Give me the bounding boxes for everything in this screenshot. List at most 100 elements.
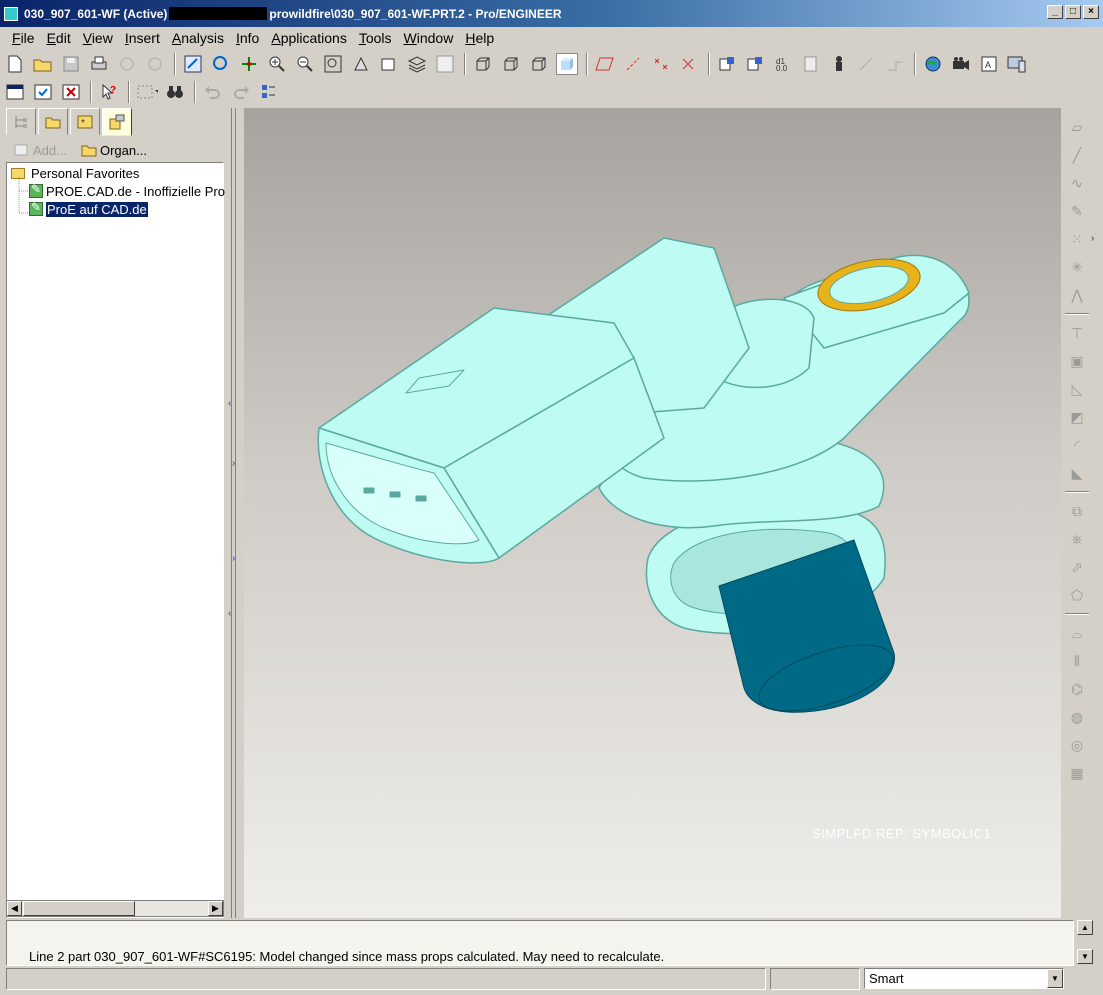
menu-tools[interactable]: Tools <box>353 30 398 46</box>
dimension-values-icon[interactable]: d1 0.0 <box>772 53 794 75</box>
mirror-tool-icon[interactable]: ⫴ <box>1065 650 1089 672</box>
send-link-icon[interactable] <box>144 53 166 75</box>
tree-item-proe-auf-cad-de[interactable]: ProE auf CAD.de <box>29 200 148 218</box>
close-button[interactable]: × <box>1083 5 1099 19</box>
datum-plane-tool-icon[interactable]: ▱ <box>1065 116 1089 138</box>
hole-tool-icon[interactable]: ⊤ <box>1065 322 1089 344</box>
expand-right-icon[interactable]: › <box>232 458 235 469</box>
zoom-out-icon[interactable] <box>294 53 316 75</box>
menu-help[interactable]: Help <box>459 30 500 46</box>
image-icon[interactable]: A <box>978 53 1000 75</box>
shell-tool-icon[interactable]: ▣ <box>1065 350 1089 372</box>
spin-center-icon[interactable] <box>744 53 766 75</box>
shading-icon[interactable] <box>556 53 578 75</box>
trim-tool-icon[interactable]: ◍ <box>1065 706 1089 728</box>
datum-point-tool-icon[interactable]: ⁙ <box>1065 228 1089 250</box>
selection-filter-select[interactable]: Smart ▼ <box>864 968 1064 989</box>
sweep-tool-icon[interactable]: ⬀ <box>1065 556 1089 578</box>
round-tool-icon[interactable]: ◜ <box>1065 434 1089 456</box>
sketch-tool-icon[interactable]: ✎ <box>1065 200 1089 222</box>
tab-connections[interactable] <box>102 108 132 136</box>
scroll-left-button[interactable]: ◀ <box>7 901 22 916</box>
graphics-window[interactable]: SIMPLFD REP: SYMBOLIC1 <box>244 108 1061 918</box>
print-icon[interactable] <box>88 53 110 75</box>
add-favorite-button[interactable]: Add... <box>14 143 67 158</box>
coord-sys-icon[interactable] <box>678 53 700 75</box>
clearance-icon[interactable] <box>884 53 906 75</box>
saved-views-icon[interactable] <box>378 53 400 75</box>
datum-axes-icon[interactable] <box>622 53 644 75</box>
expand-right-icon[interactable]: › <box>232 553 235 564</box>
menu-info[interactable]: Info <box>230 30 265 46</box>
scroll-thumb[interactable] <box>23 901 135 916</box>
globe-icon[interactable] <box>922 53 944 75</box>
activate-window-icon[interactable] <box>32 81 54 103</box>
annotation-icon[interactable] <box>716 53 738 75</box>
refresh-model-icon[interactable] <box>258 81 280 103</box>
intersect-tool-icon[interactable]: ◎ <box>1065 734 1089 756</box>
hidden-line-icon[interactable] <box>500 53 522 75</box>
layers-icon[interactable] <box>406 53 428 75</box>
selection-box-icon[interactable] <box>136 81 158 103</box>
datum-axis-tool-icon[interactable]: ╱ <box>1065 144 1089 166</box>
send-mail-icon[interactable] <box>116 53 138 75</box>
scroll-right-button[interactable]: ▶ <box>208 901 223 916</box>
scroll-down-button[interactable]: ▼ <box>1077 949 1093 964</box>
distance-analysis-icon[interactable] <box>856 53 878 75</box>
organize-favorites-button[interactable]: Organ... <box>81 143 147 158</box>
minimize-button[interactable]: _ <box>1047 5 1063 19</box>
context-help-icon[interactable] <box>1006 53 1028 75</box>
redo-icon[interactable] <box>230 81 252 103</box>
datum-curve-tool-icon[interactable]: ∿ <box>1065 172 1089 194</box>
solidify-tool-icon[interactable]: ▦ <box>1065 762 1089 784</box>
message-scrollbar[interactable]: ▲ ▼ <box>1077 920 1093 966</box>
open-folder-icon[interactable] <box>32 53 54 75</box>
draft-tool-icon[interactable]: ◩ <box>1065 406 1089 428</box>
chamfer-tool-icon[interactable]: ◣ <box>1065 462 1089 484</box>
menu-edit[interactable]: Edit <box>41 30 77 46</box>
no-hidden-icon[interactable] <box>528 53 550 75</box>
flyout-arrow-icon[interactable]: › <box>1091 233 1094 244</box>
regen-manager-icon[interactable] <box>210 53 232 75</box>
coord-sys-tool-icon[interactable]: ✳ <box>1065 256 1089 278</box>
new-window-icon[interactable] <box>4 81 26 103</box>
zoom-in-icon[interactable] <box>266 53 288 75</box>
reorient-icon[interactable] <box>350 53 372 75</box>
tab-model-tree[interactable] <box>6 108 36 135</box>
refit-icon[interactable] <box>322 53 344 75</box>
find-binoculars-icon[interactable] <box>164 81 186 103</box>
maximize-button[interactable]: □ <box>1065 5 1081 19</box>
collapse-left-icon[interactable]: ‹ <box>228 398 231 409</box>
tab-favorites[interactable]: * <box>70 108 100 135</box>
menu-insert[interactable]: Insert <box>119 30 166 46</box>
undo-icon[interactable] <box>202 81 224 103</box>
blend-tool-icon[interactable]: ⬠ <box>1065 584 1089 606</box>
tab-folder-browser[interactable] <box>38 108 68 135</box>
revolve-tool-icon[interactable]: ⎈ <box>1065 528 1089 550</box>
model-player-icon[interactable] <box>828 53 850 75</box>
model-notes-icon[interactable] <box>800 53 822 75</box>
chevron-down-icon[interactable]: ▼ <box>1047 969 1063 988</box>
menu-analysis[interactable]: Analysis <box>166 30 230 46</box>
whats-this-icon[interactable]: ? <box>98 81 120 103</box>
datum-display-icon[interactable] <box>238 53 260 75</box>
video-camera-icon[interactable] <box>950 53 972 75</box>
close-window-icon[interactable] <box>60 81 82 103</box>
scroll-up-button[interactable]: ▲ <box>1077 920 1093 935</box>
pattern-tool-icon[interactable]: ⌓ <box>1065 622 1089 644</box>
menu-applications[interactable]: Applications <box>265 30 353 46</box>
save-icon[interactable] <box>60 53 82 75</box>
menu-window[interactable]: Window <box>398 30 460 46</box>
menu-file[interactable]: File <box>6 30 41 46</box>
menu-view[interactable]: View <box>77 30 119 46</box>
new-file-icon[interactable] <box>4 53 26 75</box>
tree-item-proe-cad-de-inoffizielle[interactable]: PROE.CAD.de - Inoffizielle Pro <box>29 182 225 200</box>
analysis-feature-icon[interactable]: ⋀ <box>1065 284 1089 306</box>
navigator-splitter[interactable]: ‹ › › ‹ <box>228 108 240 918</box>
extrude-tool-icon[interactable]: ⧉ <box>1065 500 1089 522</box>
datum-points-icon[interactable] <box>650 53 672 75</box>
rib-tool-icon[interactable]: ◺ <box>1065 378 1089 400</box>
collapse-left-icon[interactable]: ‹ <box>228 608 231 619</box>
navigator-horizontal-scrollbar[interactable]: ◀ ▶ <box>6 900 224 917</box>
view-manager-icon[interactable] <box>434 53 456 75</box>
